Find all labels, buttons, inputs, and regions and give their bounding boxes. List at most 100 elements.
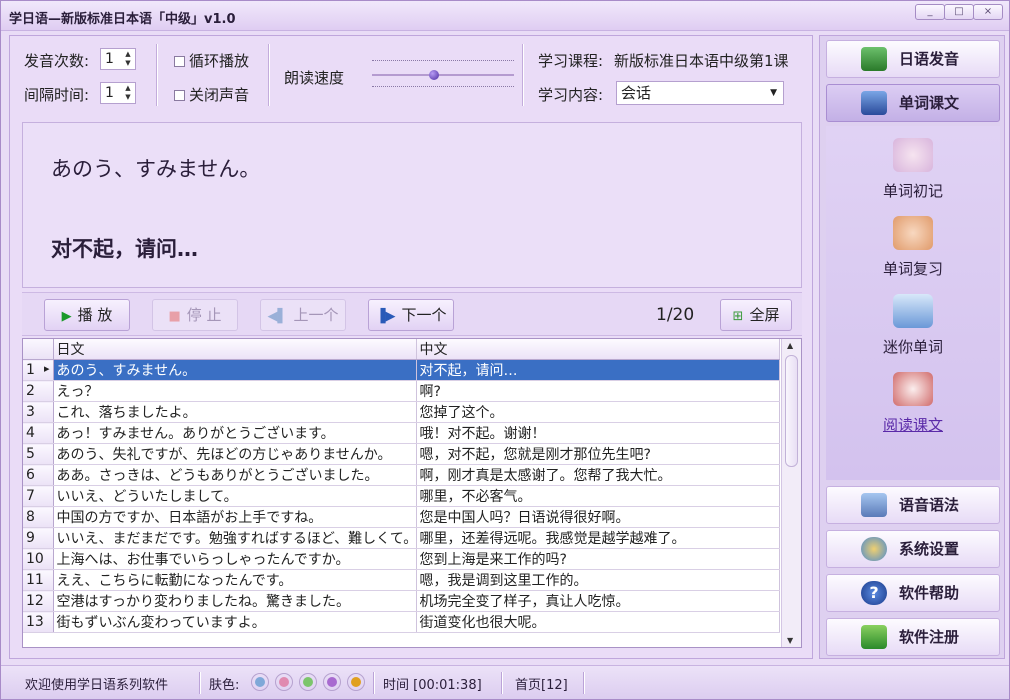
chevron-down-icon[interactable]: ▼ [770,82,777,104]
cell-chinese: 机场完全变了样子，真让人吃惊。 [416,590,780,612]
divider [199,672,201,694]
cell-japanese: えっ？ [53,380,417,402]
previous-button[interactable]: ◀▌ 上一个 [260,299,346,331]
table-row[interactable]: 3 これ、落ちましたよ。 您掉了这个。 [23,401,780,423]
course-value: 新版标准日本语中级第1课 [614,52,789,70]
divider [268,44,270,106]
nav-help-label: 软件帮助 [899,584,960,602]
repeat-count-stepper[interactable]: 1 ▲ ▼ [100,48,136,70]
sub-item-label: 单词初记 [882,182,943,200]
page-indicator: 首页[12] [515,678,568,693]
table-row[interactable]: 8 中国の方ですか、日本語がお上手ですね。 您是中国人吗？日语说得很好啊。 [23,506,780,528]
interval-label: 间隔时间: [24,86,90,104]
cell-chinese: 哪里，还差得远呢。我感觉是越学越难了。 [416,527,780,549]
cell-chinese: 啊，刚才真是太感谢了。您帮了我大忙。 [416,464,780,486]
checkbox-icon[interactable] [174,56,185,67]
books-pencil-icon [893,216,933,250]
table-row[interactable]: 6 ああ。さっきは、どうもありがとうございました。 啊，刚才真是太感谢了。您帮了我大… [23,464,780,486]
content-select[interactable]: 会话 ▼ [616,81,784,105]
cell-chinese: 您掉了这个。 [416,401,780,423]
skin-swatch[interactable] [347,673,365,691]
column-header-japanese[interactable]: 日文 [53,339,417,360]
checkbox-icon[interactable] [174,90,185,101]
table-row[interactable]: 5 あのう、失礼ですが、先ほどの方じゃありませんか。 嗯，对不起，您就是刚才那位先生… [23,443,780,465]
reading-book-icon [893,372,933,406]
divider [501,672,503,694]
next-icon: ▐▶ [375,309,396,324]
row-index: 13 [23,611,54,633]
nav-lessons-label: 单词课文 [899,94,960,112]
skin-swatch[interactable] [251,673,269,691]
cell-japanese: 中国の方ですか、日本語がお上手ですね。 [53,506,417,528]
mute-checkbox[interactable]: 关闭声音 [174,84,249,105]
lessons-submenu: 单词初记 单词复习 迷你单词 阅读课文 [826,126,1000,480]
window-controls: _ □ × [915,4,1003,20]
nav-register[interactable]: 软件注册 [826,618,1000,656]
cell-japanese: これ、落ちましたよ。 [53,401,417,423]
play-button[interactable]: ▶ 播 放 [44,299,130,331]
scrollbar-thumb[interactable] [785,355,798,467]
welcome-text: 欢迎使用学日语系列软件 [25,678,169,693]
table-row[interactable]: 12 空港はすっかり変わりましたね。驚きました。 机场完全变了样子，真让人吃惊。 [23,590,780,612]
nav-help[interactable]: ? 软件帮助 [826,574,1000,612]
stop-button[interactable]: ■ 停 止 [152,299,238,331]
table-row[interactable]: 4 あっ！すみません。ありがとうございます。 哦！对不起。谢谢！ [23,422,780,444]
sub-item-mini[interactable]: 迷你单词 [826,294,1000,364]
divider [156,44,158,106]
skin-swatch[interactable] [323,673,341,691]
skin-color-dot [279,677,289,687]
nav-lessons[interactable]: 单词课文 [826,84,1000,122]
table-row[interactable]: 7 いいえ、どういたしまして。 哪里，不必客气。 [23,485,780,507]
stepper-arrows-icon[interactable]: ▲ ▼ [123,84,133,102]
minimize-button[interactable]: _ [915,4,945,20]
interval-value: 1 [105,85,114,101]
column-header-chinese[interactable]: 中文 [416,339,780,360]
window-title: 学日语—新版标准日本语「中级」v1.0 [9,12,236,27]
title-bar[interactable]: 学日语—新版标准日本语「中级」v1.0 _ □ × [1,1,1009,31]
table-row[interactable]: 1 ▸ あのう、すみません。 对不起，请问… [23,359,780,381]
sub-item-first-learn[interactable]: 单词初记 [826,138,1000,208]
cell-chinese: 嗯，对不起，您就是刚才那位先生吧? [416,443,780,465]
main-panel: 发音次数: 1 ▲ ▼ 间隔时间: 1 ▲ ▼ 循环播放 关闭声音 朗读速度 学… [9,35,813,659]
nav-pronunciation-label: 日语发音 [899,50,960,68]
skin-swatch[interactable] [275,673,293,691]
scroll-up-icon[interactable]: ▲ [787,341,793,350]
scroll-down-icon[interactable]: ▼ [787,636,793,645]
row-index: 8 [23,506,54,528]
speed-slider-thumb[interactable] [429,70,439,80]
nav-settings[interactable]: 系统设置 [826,530,1000,568]
next-button[interactable]: ▐▶ 下一个 [368,299,454,331]
close-button[interactable]: × [973,4,1003,20]
nav-pronunciation[interactable]: 日语发音 [826,40,1000,78]
speed-slider[interactable] [372,74,514,76]
interval-stepper[interactable]: 1 ▲ ▼ [100,82,136,104]
cell-chinese: 对不起，请问… [416,359,780,381]
loop-checkbox[interactable]: 循环播放 [174,50,249,71]
stepper-arrows-icon[interactable]: ▲ ▼ [123,50,133,68]
table-row[interactable]: 11 ええ、こちらに転勤になったんです。 嗯，我是调到这里工作的。 [23,569,780,591]
row-index: 1 ▸ [23,359,54,381]
skin-color-dot [327,677,337,687]
cell-chinese: 哪里，不必客气。 [416,485,780,507]
skin-swatch[interactable] [299,673,317,691]
table-row[interactable]: 10 上海へは、お仕事でいらっしゃったんですか。 您到上海是来工作的吗? [23,548,780,570]
row-index: 7 [23,485,54,507]
fullscreen-button[interactable]: ⊞ 全屏 [720,299,792,331]
sub-item-read[interactable]: 阅读课文 [826,372,1000,442]
register-star-icon [861,625,887,649]
slider-ticks-top [372,60,514,61]
help-icon: ? [861,581,887,605]
sub-item-review[interactable]: 单词复习 [826,216,1000,286]
nav-grammar[interactable]: 语音语法 [826,486,1000,524]
cell-chinese: 哦！对不起。谢谢！ [416,422,780,444]
skin-color-dot [303,677,313,687]
table-scrollbar[interactable]: ▲ ▼ [781,339,801,647]
sub-item-label[interactable]: 阅读课文 [826,414,1000,435]
sentence-table[interactable]: 日文 中文 1 ▸ あのう、すみません。 对不起，请问… 2 えっ？ 啊? 3 これ、落ちました… [22,338,802,648]
cell-japanese: いいえ、まだまだです。勉強すればするほど、難しくて。 [53,527,417,549]
row-index: 4 [23,422,54,444]
table-row[interactable]: 13 街もずいぶん変わっていますよ。 街道变化也很大呢。 [23,611,780,633]
restore-button[interactable]: □ [944,4,974,20]
table-row[interactable]: 9 いいえ、まだまだです。勉強すればするほど、難しくて。 哪里，还差得远呢。我感觉是… [23,527,780,549]
table-row[interactable]: 2 えっ？ 啊? [23,380,780,402]
